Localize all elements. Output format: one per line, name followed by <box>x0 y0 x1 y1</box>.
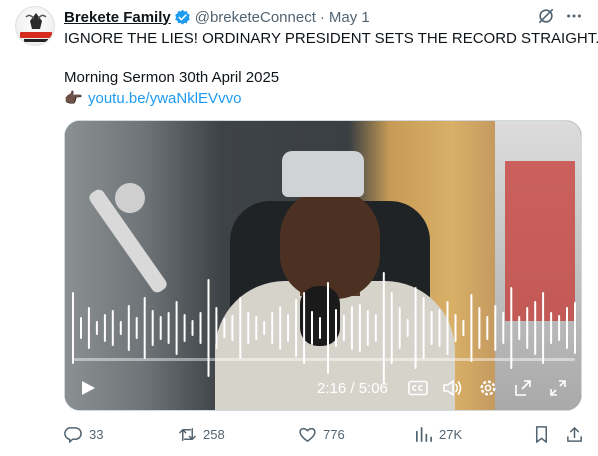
video-player[interactable]: 2:16 / 5:06 <box>64 120 582 411</box>
audio-waveform <box>72 272 576 384</box>
verified-badge-icon <box>174 9 190 25</box>
tweet-text-subtitle: Morning Sermon 30th April 2025 <box>64 69 280 86</box>
share-button[interactable] <box>565 424 590 444</box>
repost-icon <box>179 427 196 441</box>
reply-button[interactable]: 33 <box>64 424 103 444</box>
like-count: 776 <box>323 426 345 442</box>
tweet[interactable]: Brekete Family @breketeConnect · May 1 I… <box>0 0 598 456</box>
video-time-display: 2:16 / 5:06 <box>317 379 388 397</box>
views-count: 27K <box>439 426 463 442</box>
volume-button[interactable] <box>441 377 463 399</box>
tweet-header: Brekete Family @breketeConnect · May 1 <box>64 7 370 27</box>
views-icon <box>415 426 432 442</box>
volume-icon <box>443 380 462 396</box>
bookmark-button[interactable] <box>532 424 557 444</box>
avatar[interactable] <box>15 6 55 46</box>
avatar-band <box>20 32 52 38</box>
display-name[interactable]: Brekete Family <box>64 9 171 26</box>
fullscreen-icon <box>550 380 566 396</box>
views-button[interactable]: 27K <box>414 424 462 444</box>
tweet-text-headline: IGNORE THE LIES! ORDINARY PRESIDENT SETS… <box>64 30 598 47</box>
repost-count: 258 <box>203 426 225 442</box>
repost-button[interactable]: 258 <box>178 424 225 444</box>
reply-icon <box>64 426 82 443</box>
tweet-link-row: 👉🏿 youtu.be/ywaNklEVvvo <box>64 89 241 109</box>
expand-button[interactable] <box>512 377 534 399</box>
reply-count: 33 <box>89 426 104 442</box>
settings-icon <box>480 380 496 396</box>
separator-dot: · <box>319 8 325 26</box>
settings-button[interactable] <box>477 377 499 399</box>
avatar-band-dark <box>24 39 48 42</box>
play-button[interactable] <box>77 377 99 399</box>
expand-icon <box>515 380 531 396</box>
fullscreen-button[interactable] <box>547 377 569 399</box>
handle[interactable]: @breketeConnect <box>195 9 316 26</box>
captions-icon <box>408 380 428 396</box>
post-date[interactable]: May 1 <box>329 9 370 26</box>
grok-icon[interactable] <box>537 7 555 25</box>
play-icon <box>82 381 95 395</box>
video-progress-bar[interactable] <box>73 358 575 361</box>
youtube-link[interactable]: youtu.be/ywaNklEVvvo <box>88 89 241 109</box>
brekete-logo-icon <box>25 13 47 29</box>
captions-button[interactable] <box>407 377 429 399</box>
more-icon[interactable] <box>565 7 583 25</box>
bookmark-icon <box>535 425 548 443</box>
heart-icon <box>299 427 316 442</box>
like-button[interactable]: 776 <box>298 424 345 444</box>
share-icon <box>567 426 582 442</box>
pointing-hand-icon: 👉🏿 <box>64 90 83 107</box>
